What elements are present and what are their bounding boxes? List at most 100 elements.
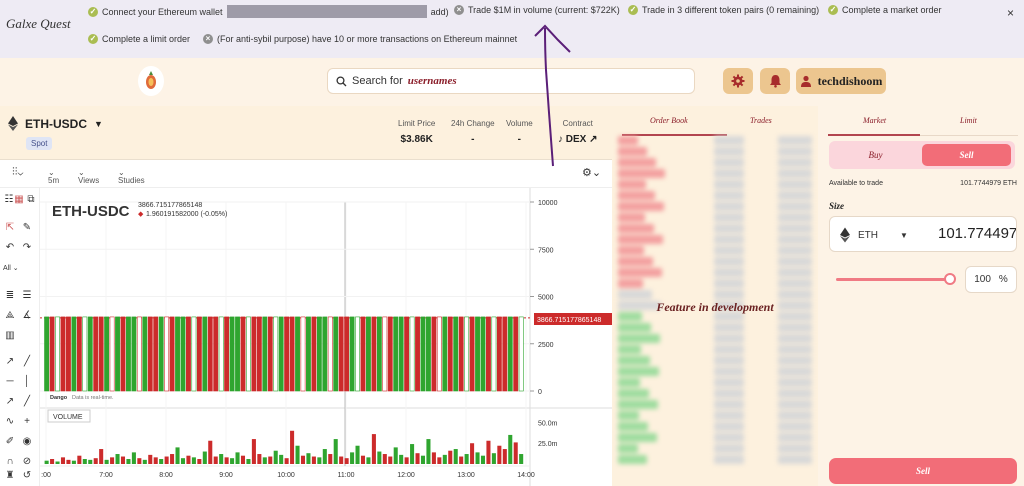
candle bbox=[131, 316, 137, 392]
interval-selector[interactable]: 5m ⌄ bbox=[48, 168, 59, 185]
size-slider-thumb[interactable] bbox=[944, 273, 956, 285]
price-chart[interactable]: 10000 7500 5000 2500 0 :00 7:00 8:00 9:00 10:00 1… bbox=[40, 188, 612, 486]
buy-toggle[interactable]: Buy bbox=[829, 141, 922, 169]
horizontal-line-icon[interactable]: ─ bbox=[3, 376, 17, 387]
order-book-row bbox=[618, 202, 664, 211]
chart-area[interactable]: ☷ ▦ ⧉ ⇱ ✎ ↶ ↷ All ⌄ ≣ ☰ ⟁ ∡ ▥ ↗ ╱ ─ │ ↗ … bbox=[0, 188, 612, 486]
volume-bar bbox=[262, 457, 267, 464]
volume-bar bbox=[366, 457, 371, 464]
eth-icon bbox=[840, 227, 850, 243]
tab-order-book[interactable]: Order Book bbox=[650, 116, 688, 125]
x-tick-label: 11:00 bbox=[338, 472, 355, 479]
candle bbox=[251, 316, 257, 392]
trend-line-icon[interactable]: ╱ bbox=[20, 356, 34, 367]
quest-task-limit-order[interactable]: ✓ Complete a limit order bbox=[88, 34, 190, 44]
size-value[interactable]: 101.7744979 bbox=[938, 225, 1016, 242]
hide-icon[interactable]: ⊘ bbox=[20, 456, 34, 467]
sell-toggle[interactable]: Sell bbox=[922, 144, 1011, 166]
quest-task-market-order[interactable]: ✓ Complete a market order bbox=[828, 5, 942, 15]
volume-bar bbox=[99, 449, 104, 464]
candle bbox=[175, 316, 180, 392]
size-slider-track[interactable] bbox=[836, 278, 950, 281]
settings-button[interactable] bbox=[723, 68, 753, 94]
tab-limit[interactable]: Limit bbox=[960, 116, 977, 125]
quest-task-connect-wallet[interactable]: ✓ Connect your Ethereum wallet add) bbox=[88, 5, 449, 18]
sell-submit-button[interactable]: Sell bbox=[829, 458, 1017, 484]
regression-icon[interactable]: ☰ bbox=[20, 290, 34, 301]
search-icon bbox=[336, 75, 347, 86]
candle bbox=[262, 316, 268, 392]
candle bbox=[311, 316, 317, 392]
all-filter[interactable]: All ⌄ bbox=[3, 264, 29, 272]
volume-bar bbox=[382, 454, 387, 464]
percent-input[interactable]: 100 % bbox=[965, 266, 1017, 293]
ray-icon[interactable]: ↗ bbox=[3, 356, 17, 367]
order-book-cell bbox=[714, 147, 744, 156]
quest-task-label: (For anti-sybil purpose) have 10 or more… bbox=[217, 34, 518, 44]
candles-icon[interactable]: ⫶⫶⌄ bbox=[12, 166, 23, 179]
data-source: Dango bbox=[50, 395, 68, 401]
fib-icon[interactable]: ≣ bbox=[3, 290, 17, 301]
eye-icon[interactable]: ◉ bbox=[20, 436, 34, 447]
chart-settings-icon[interactable]: ⚙⌄ bbox=[582, 166, 601, 179]
search-input[interactable]: Search for usernames bbox=[327, 68, 695, 94]
undo-icon[interactable]: ↶ bbox=[3, 242, 17, 253]
y-tick-label: 2500 bbox=[538, 342, 554, 349]
order-book-row bbox=[618, 345, 641, 354]
quest-task-token-pairs[interactable]: ✓ Trade in 3 different token pairs (0 re… bbox=[628, 5, 819, 15]
angle-icon[interactable]: ∡ bbox=[20, 310, 34, 321]
volume-bar bbox=[219, 454, 224, 464]
popout-icon[interactable]: ⧉ bbox=[24, 194, 38, 205]
eraser-icon[interactable]: ✎ bbox=[20, 222, 34, 233]
quest-task-trade-volume[interactable]: × Trade $1M in volume (current: $722K) bbox=[454, 5, 620, 15]
order-book-cell bbox=[778, 367, 812, 376]
cursor-icon[interactable]: ⇱ bbox=[3, 222, 17, 233]
candle bbox=[316, 316, 322, 392]
volume-bar bbox=[290, 430, 295, 464]
tab-market[interactable]: Market bbox=[863, 116, 886, 125]
magnet-icon[interactable]: ∩ bbox=[3, 456, 17, 467]
reset-icon[interactable]: ↺ bbox=[20, 470, 34, 481]
candle bbox=[306, 316, 311, 392]
quest-task-label: Trade $1M in volume (current: $722K) bbox=[468, 5, 620, 15]
gann-icon[interactable]: ▥ bbox=[3, 330, 17, 341]
available-label: Available to trade bbox=[829, 180, 883, 187]
wave-icon[interactable]: ∿ bbox=[3, 416, 17, 427]
available-to-trade: Available to trade 101.7744979 ETH bbox=[829, 180, 1017, 187]
redo-icon[interactable]: ↷ bbox=[20, 242, 34, 253]
crosshair-icon[interactable]: + bbox=[20, 416, 34, 427]
close-icon[interactable]: × bbox=[1007, 6, 1014, 20]
volume-bar bbox=[415, 453, 420, 464]
trade-panel: Market Limit Buy Sell Available to trade… bbox=[818, 106, 1024, 486]
order-book-cell bbox=[778, 191, 812, 200]
order-book-cell bbox=[714, 444, 744, 453]
order-book-cell bbox=[714, 169, 744, 178]
order-book-cell bbox=[714, 334, 744, 343]
vertical-line-icon[interactable]: │ bbox=[20, 376, 34, 387]
stat-contract[interactable]: Contract ♪ DEX ↗ bbox=[558, 119, 598, 145]
order-book-cell bbox=[714, 257, 744, 266]
brush-icon[interactable]: ✐ bbox=[3, 436, 17, 447]
size-field[interactable]: ETH ▼ 101.7744979 bbox=[829, 216, 1017, 252]
volume-bar bbox=[295, 445, 300, 464]
views-menu[interactable]: Views ⌄ bbox=[78, 168, 99, 185]
app-logo[interactable] bbox=[138, 66, 164, 96]
tab-trades[interactable]: Trades bbox=[750, 116, 772, 125]
pitchfork-icon[interactable]: ⟁ bbox=[3, 310, 17, 321]
candle bbox=[240, 316, 246, 392]
volume-bar bbox=[213, 456, 218, 464]
pair-selector[interactable]: ETH-USDC ▼ bbox=[8, 116, 103, 131]
user-menu-button[interactable]: techdishoom bbox=[796, 68, 886, 94]
studies-menu[interactable]: Studies ⌄ bbox=[118, 168, 145, 185]
stat-value: $3.86K bbox=[400, 134, 433, 145]
notifications-button[interactable] bbox=[760, 68, 790, 94]
candle bbox=[360, 316, 366, 392]
extended-line-icon[interactable]: ↗ bbox=[3, 396, 17, 407]
chevron-down-icon: ▼ bbox=[900, 230, 908, 240]
bell-icon bbox=[769, 75, 781, 88]
quest-task-anti-sybil[interactable]: × (For anti-sybil purpose) have 10 or mo… bbox=[203, 34, 517, 44]
token-selector[interactable]: ETH ▼ bbox=[840, 227, 908, 243]
y-tick-label: 5000 bbox=[538, 295, 554, 302]
info-line-icon[interactable]: ╱ bbox=[20, 396, 34, 407]
lock-icon[interactable]: ♜ bbox=[3, 470, 17, 481]
